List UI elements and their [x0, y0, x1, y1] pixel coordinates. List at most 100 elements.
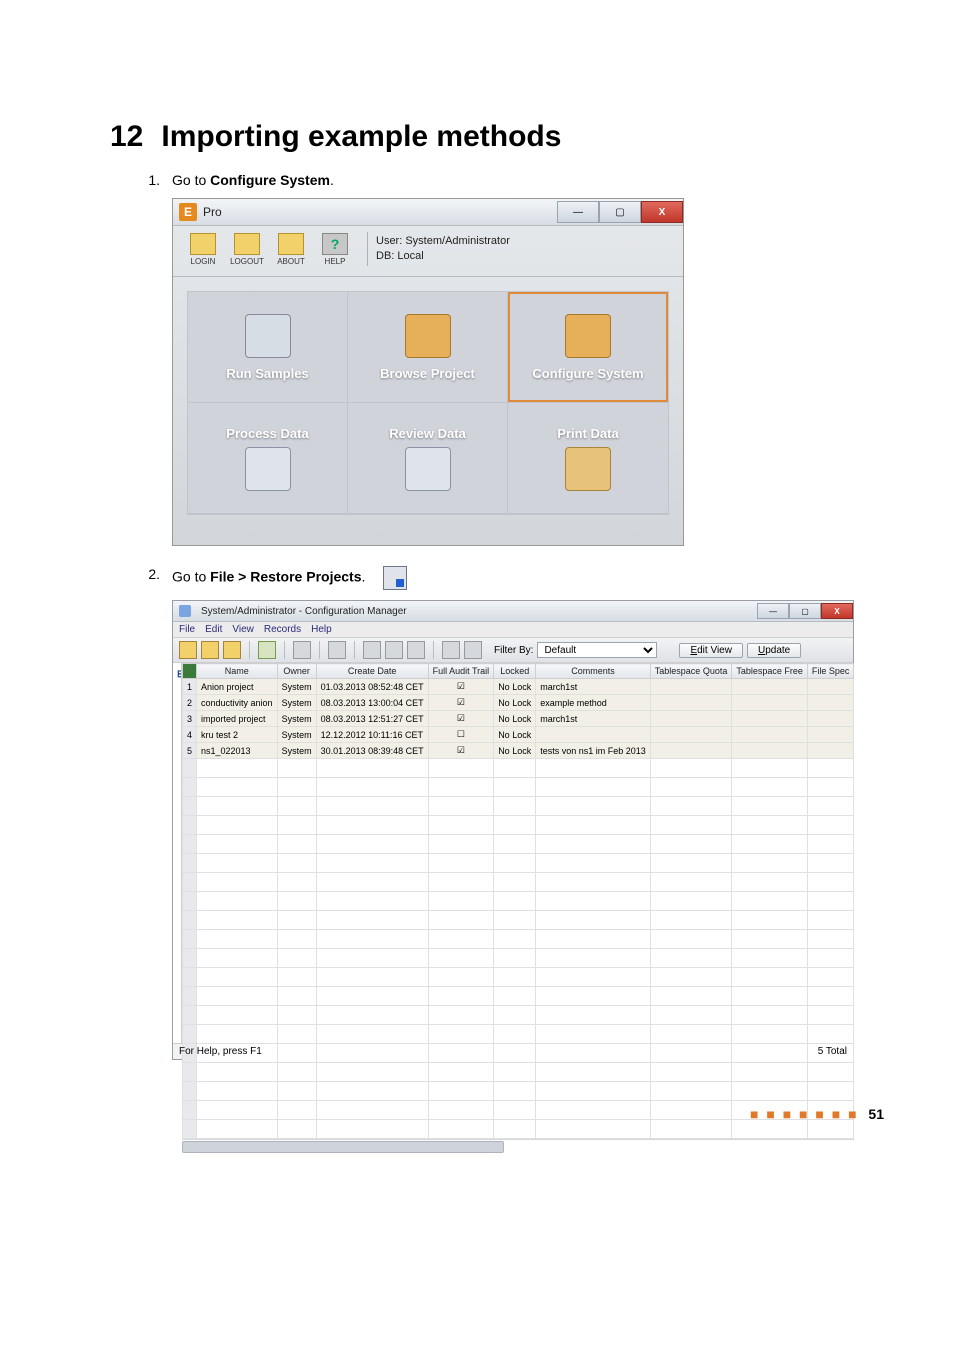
cell-ts-free: [732, 695, 808, 711]
table-row: [183, 1025, 854, 1044]
horizontal-scrollbar[interactable]: [182, 1139, 854, 1140]
logout-button[interactable]: LOGOUT: [227, 233, 267, 266]
col-rownum[interactable]: [183, 664, 197, 679]
menu-view[interactable]: View: [232, 624, 254, 635]
cell-audit[interactable]: ☑: [428, 679, 494, 695]
close-button[interactable]: X: [821, 603, 853, 619]
tile-grid: Run Samples Browse Project Configure Sys…: [187, 291, 669, 515]
logout-icon: [234, 233, 260, 255]
cell-name[interactable]: kru test 2: [197, 727, 278, 743]
cell-audit[interactable]: ☑: [428, 711, 494, 727]
section-number: 12: [110, 120, 143, 154]
help-button[interactable]: ?HELP: [315, 233, 355, 266]
cell-name[interactable]: conductivity anion: [197, 695, 278, 711]
minimize-button[interactable]: —: [557, 201, 599, 223]
cell-date: 08.03.2013 12:51:27 CET: [316, 711, 428, 727]
menu-records[interactable]: Records: [264, 624, 301, 635]
minimize-button[interactable]: —: [757, 603, 789, 619]
cell-locked: No Lock: [494, 679, 536, 695]
edit-view-button[interactable]: Edit View: [679, 643, 743, 658]
table-row[interactable]: 5ns1_022013System30.01.2013 08:39:48 CET…: [183, 743, 854, 759]
delete-icon[interactable]: [328, 641, 346, 659]
toolbar-separator: [249, 641, 250, 659]
toolbar-icon[interactable]: [179, 641, 197, 659]
cell-name[interactable]: ns1_022013: [197, 743, 278, 759]
toolbar-separator: [367, 232, 368, 266]
toolbar-icon[interactable]: [201, 641, 219, 659]
toolbar-separator: [354, 641, 355, 659]
close-button[interactable]: X: [641, 201, 683, 223]
cell-owner: System: [277, 695, 316, 711]
status-count: 5 Total: [818, 1046, 847, 1057]
toolbar-icon[interactable]: [442, 641, 460, 659]
maximize-button[interactable]: ▢: [789, 603, 821, 619]
print-data-icon: [565, 447, 611, 491]
table-row[interactable]: 2conductivity anionSystem08.03.2013 13:0…: [183, 695, 854, 711]
toolbar-icon[interactable]: [223, 641, 241, 659]
tile-print-data[interactable]: Print Data: [508, 403, 668, 514]
tile-browse-project[interactable]: Browse Project: [348, 292, 508, 403]
browse-project-icon: [405, 314, 451, 358]
table-row[interactable]: 4kru test 2System12.12.2012 10:11:16 CET…: [183, 727, 854, 743]
cell-name[interactable]: Anion project: [197, 679, 278, 695]
cell-comments: march1st: [536, 679, 651, 695]
table-row: [183, 1044, 854, 1063]
toolbar-icon[interactable]: [293, 641, 311, 659]
cell-locked: No Lock: [494, 727, 536, 743]
cell-ts-free: [732, 743, 808, 759]
step-pre: Go to: [172, 172, 210, 188]
step-2: 2. Go to File > Restore Projects.: [130, 566, 884, 590]
step-pre: Go to: [172, 569, 210, 585]
col-audit[interactable]: Full Audit Trail: [428, 664, 494, 679]
screenshot-pro-window: E Pro — ▢ X LOGIN LOGOUT ABOUT ?HELP Use…: [172, 198, 684, 546]
toolbar-icon[interactable]: [258, 641, 276, 659]
col-create-date[interactable]: Create Date: [316, 664, 428, 679]
data-grid[interactable]: Name Owner Create Date Full Audit Trail …: [182, 663, 854, 1043]
cell-locked: No Lock: [494, 743, 536, 759]
nav-tree[interactable]: ⊟ Empower 3 Configuration Projects Nodes…: [173, 663, 182, 1043]
window-titlebar[interactable]: E Pro — ▢ X: [173, 199, 683, 226]
col-file-spec[interactable]: File Spec: [807, 664, 854, 679]
maximize-button[interactable]: ▢: [599, 201, 641, 223]
menu-file[interactable]: File: [179, 624, 195, 635]
copy-icon[interactable]: [385, 641, 403, 659]
paste-icon[interactable]: [407, 641, 425, 659]
menu-help[interactable]: Help: [311, 624, 332, 635]
cell-owner: System: [277, 727, 316, 743]
tile-configure-system[interactable]: Configure System: [508, 292, 668, 403]
cell-owner: System: [277, 743, 316, 759]
cell-audit[interactable]: ☑: [428, 695, 494, 711]
cell-name[interactable]: imported project: [197, 711, 278, 727]
step-text: Go to File > Restore Projects.: [172, 566, 407, 590]
cut-icon[interactable]: [363, 641, 381, 659]
toolbar-icon[interactable]: [464, 641, 482, 659]
window-titlebar[interactable]: System/Administrator - Configuration Man…: [173, 601, 853, 622]
table-row: [183, 911, 854, 930]
col-ts-free[interactable]: Tablespace Free: [732, 664, 808, 679]
projects-table[interactable]: Name Owner Create Date Full Audit Trail …: [182, 663, 854, 1139]
tile-process-data[interactable]: Process Data: [188, 403, 348, 514]
col-owner[interactable]: Owner: [277, 664, 316, 679]
scrollbar-thumb[interactable]: [182, 1141, 504, 1153]
tile-run-samples[interactable]: Run Samples: [188, 292, 348, 403]
cell-audit[interactable]: ☑: [428, 743, 494, 759]
about-button[interactable]: ABOUT: [271, 233, 311, 266]
col-locked[interactable]: Locked: [494, 664, 536, 679]
table-row: [183, 797, 854, 816]
update-button[interactable]: Update: [747, 643, 801, 658]
table-row[interactable]: 3imported projectSystem08.03.2013 12:51:…: [183, 711, 854, 727]
col-comments[interactable]: Comments: [536, 664, 651, 679]
table-row[interactable]: 1Anion projectSystem01.03.2013 08:52:48 …: [183, 679, 854, 695]
cell-audit[interactable]: ☐: [428, 727, 494, 743]
row-number: 2: [183, 695, 197, 711]
section-title: Importing example methods: [161, 120, 561, 154]
filter-label: Filter By:: [494, 645, 533, 656]
col-name[interactable]: Name: [197, 664, 278, 679]
login-button[interactable]: LOGIN: [183, 233, 223, 266]
col-ts-quota[interactable]: Tablespace Quota: [650, 664, 732, 679]
menu-edit[interactable]: Edit: [205, 624, 222, 635]
tile-review-data[interactable]: Review Data: [348, 403, 508, 514]
table-row: [183, 930, 854, 949]
filter-select[interactable]: Default: [537, 642, 657, 658]
cell-owner: System: [277, 711, 316, 727]
